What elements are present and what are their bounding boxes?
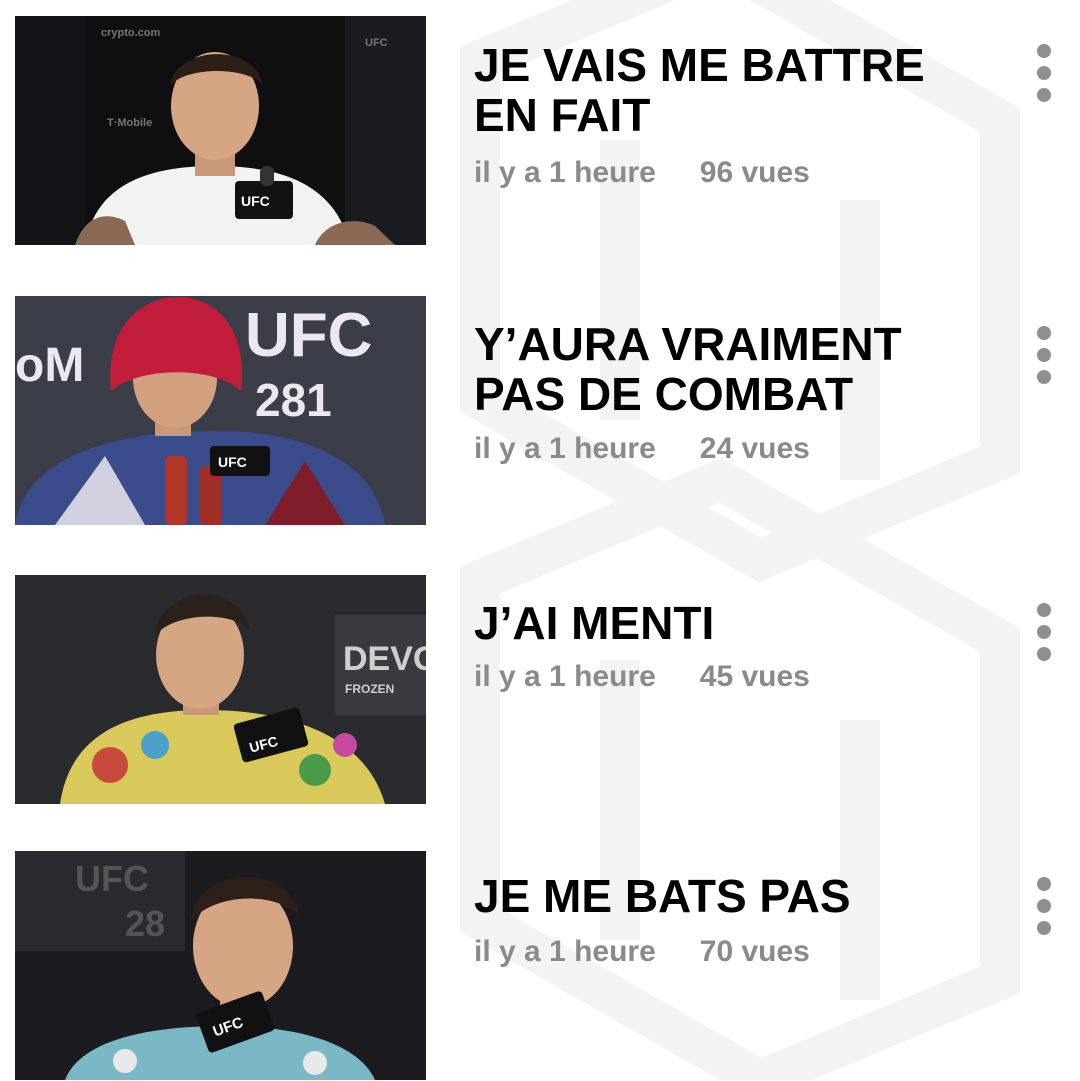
svg-text:UFC: UFC (245, 301, 372, 370)
video-upload-time: il y a 1 heure (474, 935, 656, 968)
video-meta: il y a 1 heure 70 vues (474, 935, 810, 969)
video-thumbnail[interactable]: UFC 28 UFC (15, 851, 426, 1080)
video-title-line: PAS DE COMBAT (474, 368, 854, 420)
svg-text:UFC: UFC (75, 858, 149, 899)
svg-text:FROZEN: FROZEN (345, 682, 394, 696)
video-title-line: JE VAIS ME BATTRE (474, 39, 925, 91)
video-list-item[interactable]: UFC 281 oM UFC Y’AURA VRAIMENT PAS DE CO… (15, 296, 1065, 526)
video-title-line: J’AI MENTI (474, 597, 715, 649)
video-view-count: 24 vues (699, 432, 810, 465)
more-vertical-icon[interactable] (1033, 44, 1055, 104)
more-vertical-icon[interactable] (1033, 877, 1055, 937)
svg-text:281: 281 (255, 374, 332, 426)
video-title[interactable]: JE VAIS ME BATTRE EN FAIT (474, 40, 994, 140)
video-view-count: 96 vues (699, 156, 810, 189)
video-title[interactable]: JE ME BATS PAS (474, 871, 994, 921)
svg-text:crypto.com: crypto.com (101, 27, 161, 39)
video-title-line: JE ME BATS PAS (474, 870, 851, 922)
video-upload-time: il y a 1 heure (474, 156, 656, 189)
more-vertical-icon[interactable] (1033, 326, 1055, 386)
video-title-line: EN FAIT (474, 89, 651, 141)
svg-text:UFC: UFC (218, 454, 247, 470)
svg-text:DEVO: DEVO (343, 640, 426, 678)
svg-text:oM: oM (15, 339, 84, 392)
video-view-count: 45 vues (699, 660, 810, 693)
video-meta: il y a 1 heure 24 vues (474, 432, 810, 466)
video-list-item[interactable]: crypto.com T·Mobile UFC UFC JE VAIS ME B… (15, 16, 1065, 246)
video-meta: il y a 1 heure 96 vues (474, 156, 810, 190)
video-view-count: 70 vues (699, 935, 810, 968)
video-thumbnail[interactable]: UFC 281 oM UFC (15, 296, 426, 525)
video-upload-time: il y a 1 heure (474, 660, 656, 693)
video-upload-time: il y a 1 heure (474, 432, 656, 465)
video-meta: il y a 1 heure 45 vues (474, 660, 810, 694)
svg-text:UFC: UFC (241, 193, 270, 209)
svg-text:UFC: UFC (365, 37, 388, 49)
video-thumbnail[interactable]: crypto.com T·Mobile UFC UFC (15, 16, 426, 245)
svg-text:28: 28 (125, 903, 165, 944)
video-title[interactable]: Y’AURA VRAIMENT PAS DE COMBAT (474, 319, 994, 419)
video-list-item[interactable]: DEVO FROZEN UFC J’AI MENTI (15, 575, 1065, 805)
video-thumbnail[interactable]: DEVO FROZEN UFC (15, 575, 426, 804)
more-vertical-icon[interactable] (1033, 603, 1055, 663)
video-title[interactable]: J’AI MENTI (474, 598, 994, 648)
video-list-item[interactable]: UFC 28 UFC JE ME BATS PAS il y a 1 heure… (15, 851, 1065, 1081)
svg-text:T·Mobile: T·Mobile (107, 117, 152, 129)
video-list: crypto.com T·Mobile UFC UFC JE VAIS ME B… (0, 0, 1080, 1080)
video-title-line: Y’AURA VRAIMENT (474, 318, 902, 370)
